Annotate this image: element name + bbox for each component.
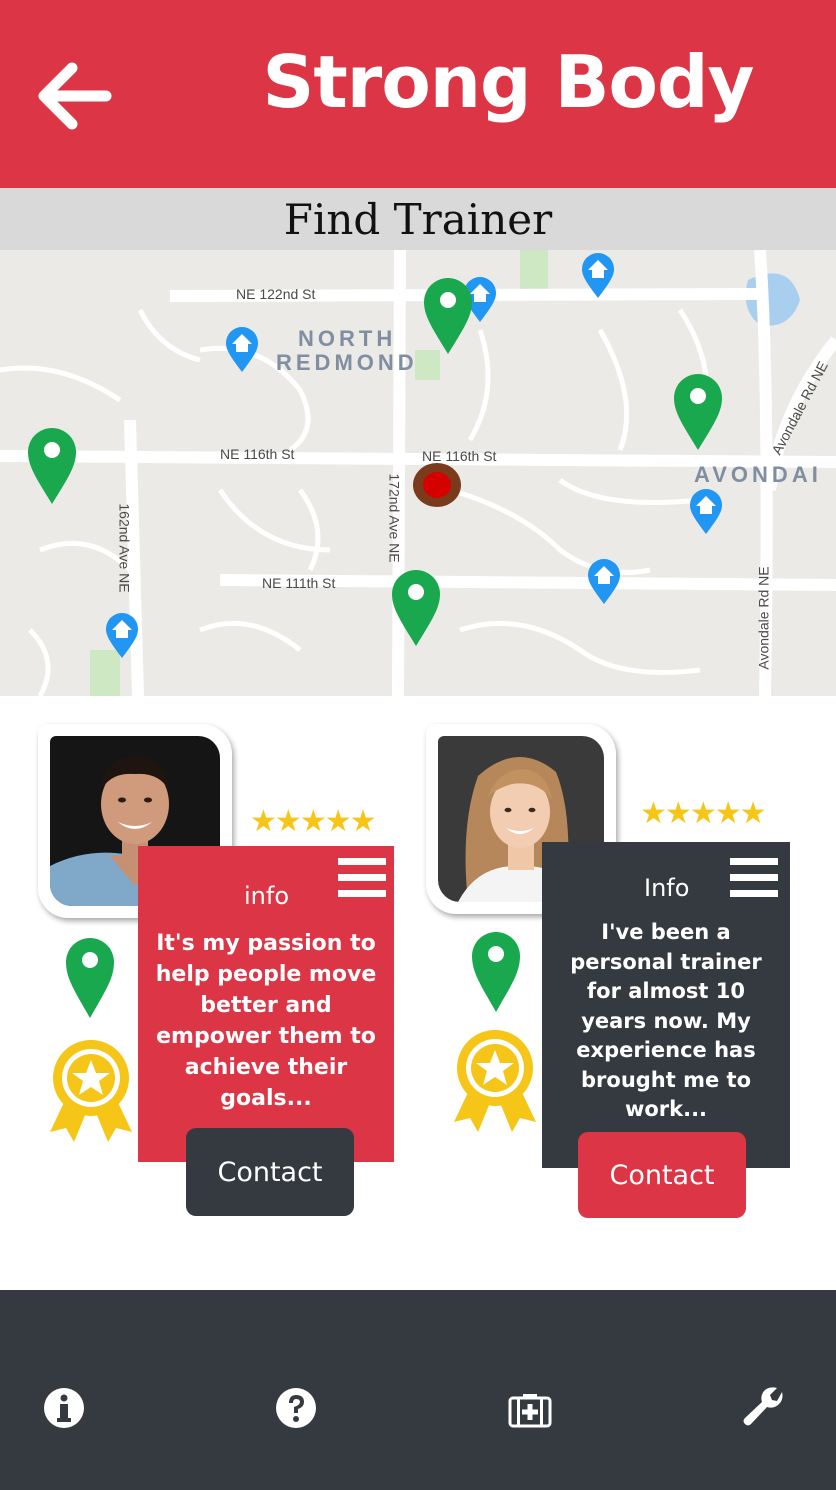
contact-button[interactable]: Contact bbox=[186, 1128, 354, 1216]
star-icon: ★ bbox=[250, 804, 277, 839]
menu-icon[interactable] bbox=[730, 858, 778, 898]
home-pin-icon[interactable] bbox=[224, 326, 260, 374]
app-header: Strong Body bbox=[0, 0, 836, 188]
location-pin-icon bbox=[472, 932, 520, 1012]
contact-button[interactable]: Contact bbox=[578, 1132, 746, 1218]
back-button[interactable] bbox=[36, 56, 116, 136]
star-icon: ★ bbox=[349, 804, 377, 839]
award-badge-icon bbox=[454, 1030, 536, 1132]
rating-stars: ★★★★★ bbox=[640, 796, 767, 831]
home-pin-icon[interactable] bbox=[688, 488, 724, 536]
trainer-info-panel: Info I've been a personal trainer for al… bbox=[542, 842, 790, 1168]
street-label: 172nd Ave NE bbox=[386, 473, 403, 563]
trainer-pin-icon[interactable] bbox=[422, 276, 474, 356]
info-icon bbox=[44, 1388, 84, 1428]
info-label: info bbox=[244, 882, 290, 910]
nav-info-button[interactable] bbox=[42, 1386, 86, 1430]
trainer-info-panel: info It's my passion to help people move… bbox=[138, 846, 394, 1162]
area-label: AVONDAI bbox=[694, 462, 822, 487]
page-title-bar: Find Trainer bbox=[0, 188, 836, 250]
rating-stars: ★★★★★ bbox=[250, 804, 377, 839]
trainer-bio: I've been a personal trainer for almost … bbox=[570, 920, 762, 1121]
street-label: NE 116th St bbox=[220, 446, 295, 462]
star-icon: ★ bbox=[664, 796, 692, 831]
home-pin-icon[interactable] bbox=[586, 558, 622, 606]
star-icon: ★ bbox=[739, 796, 767, 831]
street-label: 162nd Ave NE bbox=[116, 503, 133, 593]
award-badge-icon bbox=[50, 1040, 132, 1142]
trainer-pin-icon[interactable] bbox=[672, 372, 724, 452]
trainer-bio: It's my passion to help people move bett… bbox=[155, 931, 377, 1111]
nav-settings-button[interactable] bbox=[742, 1386, 786, 1430]
medical-kit-icon bbox=[508, 1394, 552, 1428]
star-icon: ★ bbox=[714, 796, 742, 831]
app-title: Strong Body bbox=[262, 40, 755, 124]
star-icon: ★ bbox=[324, 804, 352, 839]
street-label: Avondale Rd NE bbox=[755, 566, 772, 670]
trainer-card[interactable]: ★★★★★ info It's my passion to help peopl… bbox=[0, 696, 418, 1256]
nav-medical-button[interactable] bbox=[508, 1386, 552, 1430]
help-icon bbox=[276, 1388, 316, 1428]
street-label: NE 111th St bbox=[262, 575, 336, 591]
page-title: Find Trainer bbox=[283, 195, 553, 244]
arrow-left-icon bbox=[38, 62, 112, 130]
menu-icon[interactable] bbox=[338, 858, 386, 898]
bottom-nav bbox=[0, 1290, 836, 1490]
wrench-icon bbox=[743, 1387, 783, 1426]
trainer-pin-icon[interactable] bbox=[390, 568, 442, 648]
star-icon: ★ bbox=[689, 796, 717, 831]
area-label: REDMOND bbox=[276, 350, 418, 375]
star-icon: ★ bbox=[299, 804, 327, 839]
current-location-icon bbox=[413, 463, 461, 507]
street-label: NE 122nd St bbox=[236, 286, 316, 302]
nav-help-button[interactable] bbox=[274, 1386, 318, 1430]
location-pin-icon bbox=[66, 938, 114, 1018]
trainer-card[interactable]: ★★★★★ Info I've been a personal trainer … bbox=[418, 696, 836, 1256]
star-icon: ★ bbox=[640, 796, 667, 831]
trainer-map[interactable]: NE 122nd St NE 116th St NE 116th St NE 1… bbox=[0, 250, 836, 696]
star-icon: ★ bbox=[274, 804, 302, 839]
trainer-pin-icon[interactable] bbox=[26, 426, 78, 506]
home-pin-icon[interactable] bbox=[580, 252, 616, 300]
home-pin-icon[interactable] bbox=[104, 612, 140, 660]
area-label: NORTH bbox=[298, 326, 397, 351]
info-label: Info bbox=[644, 874, 690, 902]
